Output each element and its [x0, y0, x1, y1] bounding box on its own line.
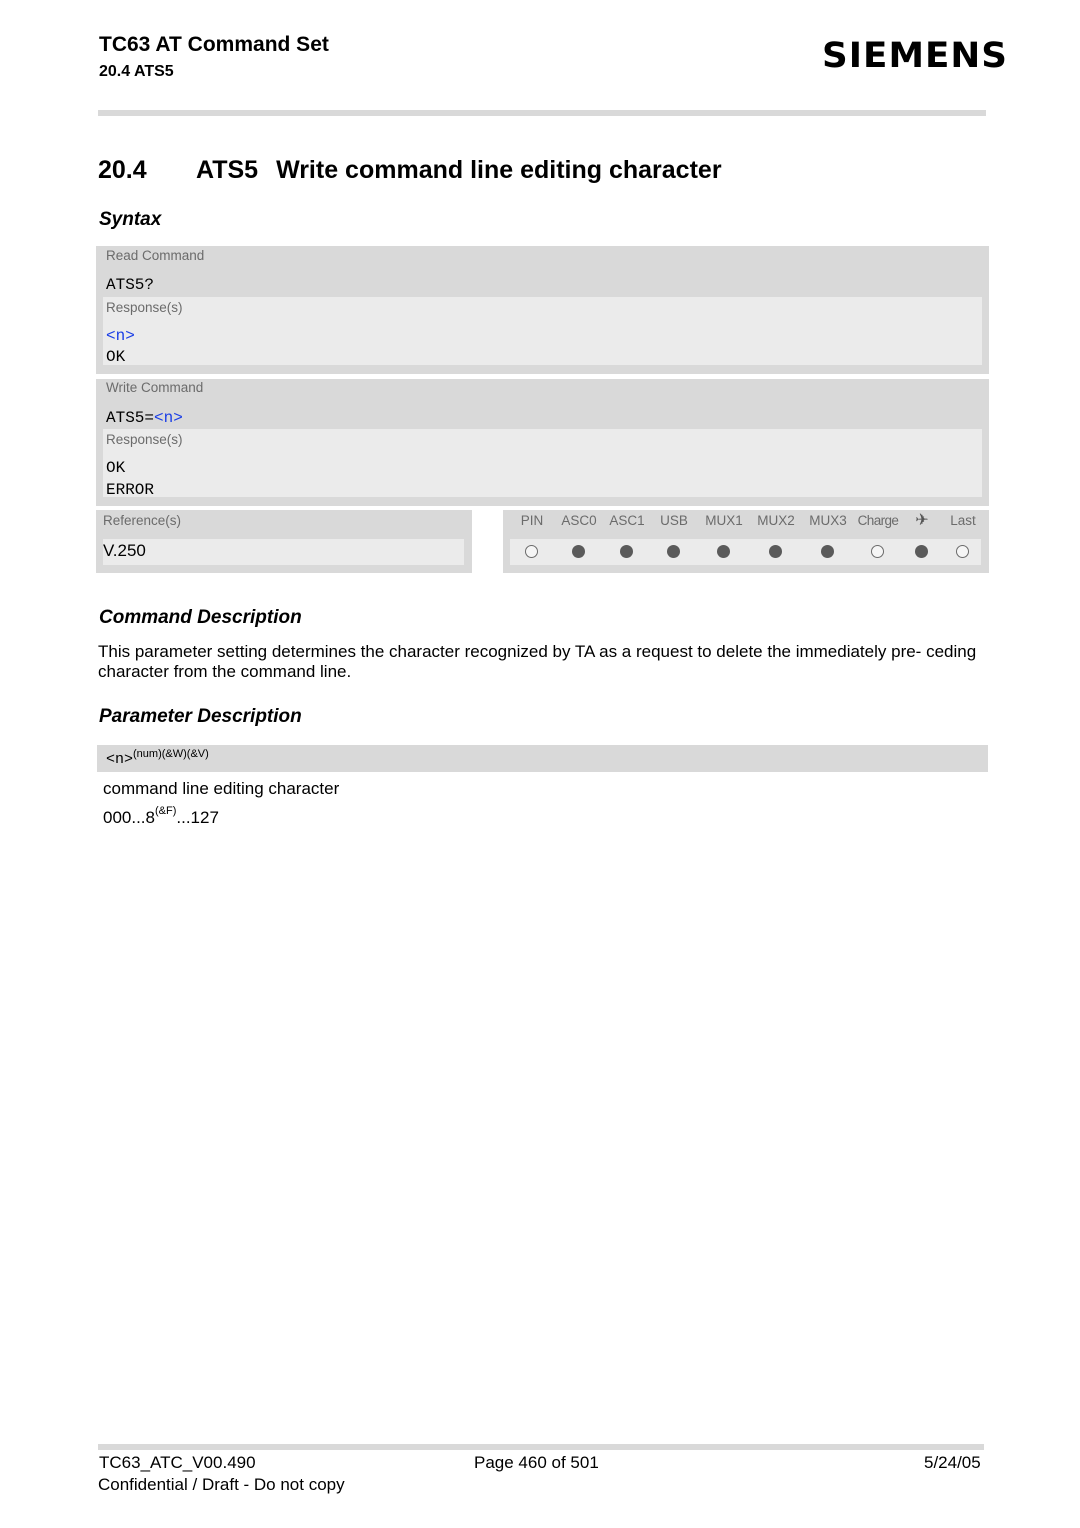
read-command-label: Read Command — [106, 248, 205, 263]
availability-last: Last — [941, 510, 985, 573]
unsupported-dot-icon — [871, 545, 884, 558]
supported-dot-icon — [572, 545, 585, 558]
supported-dot-icon — [821, 545, 834, 558]
reference-value: V.250 — [103, 541, 146, 560]
write-response-error: ERROR — [106, 481, 155, 499]
references-value-area: V.250 — [103, 539, 464, 565]
footer-page-number: Page 460 of 501 — [474, 1453, 599, 1472]
availability-label: ASC1 — [609, 513, 645, 528]
availability-asc0: ASC0 — [555, 510, 603, 573]
write-command-prefix: ATS5= — [106, 409, 155, 427]
parameter-range: 000...8(&F)...127 — [103, 805, 219, 828]
section-heading: 20.4 ATS5 Write command line editing chara… — [98, 156, 722, 185]
read-responses-label: Response(s) — [106, 300, 183, 315]
parameter-name-text: <n> — [106, 751, 134, 768]
availability-label: MUX1 — [705, 513, 743, 528]
section-number: 20.4 — [98, 156, 147, 184]
supported-dot-icon — [915, 545, 928, 558]
command-description-heading: Command Description — [99, 607, 302, 628]
parameter-name: <n>(num)(&W)(&V) — [106, 748, 209, 768]
availability-pin: PIN — [507, 510, 557, 573]
availability-label: Charge — [857, 513, 899, 528]
write-responses-area: Response(s) OK ERROR — [103, 429, 982, 499]
write-command-box: Write Command ATS5=<n> Response(s) OK ER… — [96, 379, 989, 506]
document-subtitle: 20.4 ATS5 — [99, 63, 174, 80]
availability-mux1: MUX1 — [697, 510, 751, 573]
range-default-marker: (&F) — [155, 805, 177, 817]
supported-dot-icon — [620, 545, 633, 558]
availability-label: PIN — [520, 513, 544, 528]
write-responses-label: Response(s) — [106, 432, 183, 447]
unsupported-dot-icon — [956, 545, 969, 558]
syntax-heading: Syntax — [99, 209, 162, 230]
availability-mux3: MUX3 — [803, 510, 853, 573]
availability-label: ASC0 — [561, 513, 597, 528]
parameter-description-heading: Parameter Description — [99, 706, 302, 727]
availability-label: USB — [660, 513, 688, 528]
availability-label: MUX3 — [809, 513, 847, 528]
read-responses-area: Response(s) <n> OK — [103, 297, 982, 366]
parameter-attributes: (num)(&W)(&V) — [133, 748, 209, 760]
read-response-param: <n> — [106, 327, 135, 345]
read-response-ok: OK — [106, 348, 126, 366]
parameter-text: command line editing character — [103, 779, 340, 798]
availability-table: PIN ASC0 ASC1 USB MUX1 MUX2 MUX3 Charge … — [503, 510, 989, 573]
references-label: Reference(s) — [103, 513, 182, 528]
availability-asc1: ASC1 — [603, 510, 651, 573]
range-end: ...127 — [176, 808, 219, 827]
supported-dot-icon — [667, 545, 680, 558]
footer-confidentiality: Confidential / Draft - Do not copy — [98, 1475, 345, 1494]
airplane-icon: ✈ — [915, 512, 929, 529]
footer-date: 5/24/05 — [924, 1453, 981, 1472]
footer-doc-id: TC63_ATC_V00.490 — [99, 1453, 256, 1472]
write-response-ok: OK — [106, 459, 126, 477]
write-command-label: Write Command — [106, 380, 204, 395]
command-description-text: This parameter setting determines the ch… — [98, 642, 977, 681]
supported-dot-icon — [717, 545, 730, 558]
document-title: TC63 AT Command Set — [99, 33, 329, 56]
availability-mux2: MUX2 — [751, 510, 801, 573]
unsupported-dot-icon — [525, 545, 538, 558]
section-title: Write command line editing character — [276, 156, 722, 184]
supported-dot-icon — [769, 545, 782, 558]
write-command-syntax: ATS5=<n> — [106, 409, 183, 427]
read-command-box: Read Command ATS5? Response(s) <n> OK — [96, 246, 989, 374]
read-command-syntax: ATS5? — [106, 276, 155, 294]
header-divider — [98, 110, 986, 116]
availability-label: MUX2 — [757, 513, 795, 528]
availability-airplane: ✈ — [903, 510, 941, 573]
parameter-header: <n>(num)(&W)(&V) — [97, 745, 988, 772]
availability-usb: USB — [651, 510, 697, 573]
availability-label: Last — [950, 513, 976, 528]
footer-divider — [98, 1444, 984, 1450]
write-command-param: <n> — [154, 409, 183, 427]
references-box: Reference(s) V.250 — [96, 510, 472, 573]
section-command: ATS5 — [196, 156, 259, 184]
range-start: 000...8 — [103, 808, 155, 827]
availability-charge: Charge — [853, 510, 903, 573]
siemens-logo: SIEMENS — [822, 36, 1009, 76]
